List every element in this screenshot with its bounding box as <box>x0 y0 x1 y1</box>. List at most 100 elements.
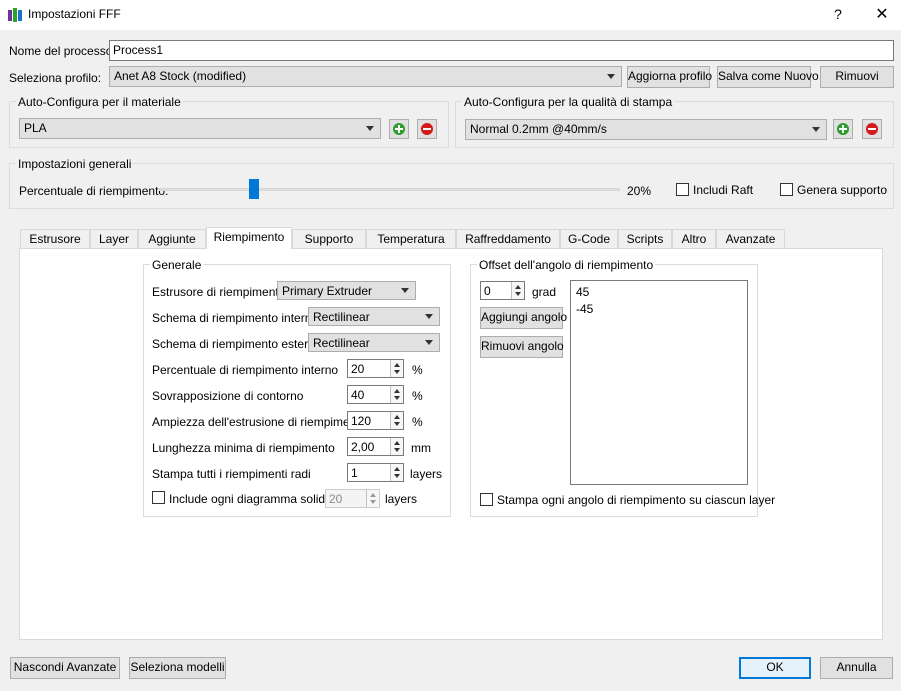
tab-riempimento[interactable]: Riempimento <box>206 227 292 249</box>
process-name-input[interactable]: Process1 <box>109 40 894 61</box>
infill-extruder-select[interactable]: Primary Extruder <box>277 281 416 300</box>
profile-select[interactable]: Anet A8 Stock (modified) <box>109 66 622 87</box>
internal-infill-pct-spinbox[interactable]: 20 <box>347 359 404 378</box>
angle-offset-value: 0 <box>484 284 491 298</box>
add-material-button[interactable] <box>389 119 409 139</box>
angle-list[interactable]: 45 -45 <box>570 280 748 485</box>
tab-avanzate[interactable]: Avanzate <box>716 229 785 249</box>
general-settings-title: Impostazioni generali <box>16 157 134 171</box>
infill-extrusion-width-label: Ampiezza dell'estrusione di riempimento <box>152 415 367 429</box>
external-pattern-value: Rectilinear <box>313 336 370 350</box>
infill-extruder-value: Primary Extruder <box>282 284 373 298</box>
generate-support-label: Genera supporto <box>797 183 888 197</box>
angle-offset-title: Offset dell'angolo di riempimento <box>477 258 656 272</box>
min-infill-length-spinbox[interactable]: 2,00 <box>347 437 404 456</box>
auto-quality-title: Auto-Configura per la qualità di stampa <box>462 95 675 109</box>
chevron-down-icon <box>425 313 433 319</box>
add-angle-button[interactable]: Aggiungi angolo <box>480 307 567 329</box>
spin-arrows-icon[interactable] <box>366 490 379 507</box>
remove-quality-button[interactable] <box>862 119 882 139</box>
quality-select-value: Normal 0.2mm @40mm/s <box>470 122 607 136</box>
remove-profile-button[interactable]: Rimuovi <box>820 66 894 88</box>
spin-arrows-icon[interactable] <box>390 360 403 377</box>
internal-pattern-select[interactable]: Rectilinear <box>308 307 440 326</box>
infill-general-title: Generale <box>150 258 204 272</box>
profile-label: Seleziona profilo: <box>9 71 102 85</box>
remove-angle-button[interactable]: Rimuovi angolo <box>480 336 564 358</box>
tab-estrusore[interactable]: Estrusore <box>20 229 90 249</box>
add-quality-button[interactable] <box>833 119 853 139</box>
infill-slider-handle[interactable] <box>249 179 259 199</box>
generate-support-checkbox[interactable] <box>780 183 793 196</box>
close-icon[interactable]: ✕ <box>870 4 894 26</box>
outline-overlap-unit: % <box>412 389 423 403</box>
outline-overlap-value: 40 <box>351 388 365 402</box>
tab-raffreddamento[interactable]: Raffreddamento <box>456 229 560 249</box>
tab-g-code[interactable]: G-Code <box>560 229 618 249</box>
infill-extrusion-width-unit: % <box>412 415 423 429</box>
add-icon <box>393 123 405 135</box>
outline-overlap-spinbox[interactable]: 40 <box>347 385 404 404</box>
sparse-infill-label: Stampa tutti i riempimenti radi <box>152 467 311 481</box>
chevron-down-icon <box>812 126 820 132</box>
spin-arrows-icon[interactable] <box>390 438 403 455</box>
min-infill-length-unit: mm <box>411 441 431 455</box>
material-select-value: PLA <box>24 121 47 135</box>
angle-offset-unit: grad <box>532 285 557 299</box>
tab-aggiunte[interactable]: Aggiunte <box>138 229 206 249</box>
infill-percentage-label: Percentuale di riempimento: <box>19 184 169 198</box>
print-every-angle-label: Stampa ogni angolo di riempimento su cia… <box>497 493 776 507</box>
update-profile-button[interactable]: Aggiorna profilo <box>627 66 712 88</box>
remove-icon <box>421 123 433 135</box>
help-button[interactable]: ? <box>828 4 848 24</box>
spin-arrows-icon[interactable] <box>390 464 403 481</box>
sparse-infill-value: 1 <box>351 466 358 480</box>
process-name-label: Nome del processo: <box>9 44 116 58</box>
internal-infill-pct-unit: % <box>412 363 423 377</box>
quality-select[interactable]: Normal 0.2mm @40mm/s <box>465 119 827 140</box>
ok-button[interactable]: OK <box>739 657 811 679</box>
chevron-down-icon <box>366 125 374 131</box>
spin-arrows-icon[interactable] <box>511 282 524 299</box>
infill-extrusion-width-spinbox[interactable]: 120 <box>347 411 404 430</box>
include-solid-value: 20 <box>329 492 343 506</box>
material-select[interactable]: PLA <box>19 118 381 139</box>
internal-pattern-label: Schema di riempimento interno <box>152 311 319 325</box>
angle-offset-spinbox[interactable]: 0 <box>480 281 525 300</box>
tab-supporto[interactable]: Supporto <box>292 229 366 249</box>
tab-layer[interactable]: Layer <box>90 229 138 249</box>
sparse-infill-unit: layers <box>410 467 443 481</box>
profile-select-value: Anet A8 Stock (modified) <box>114 69 247 83</box>
print-every-angle-checkbox[interactable] <box>480 493 493 506</box>
cancel-button[interactable]: Annulla <box>820 657 893 679</box>
tab-altro[interactable]: Altro <box>672 229 716 249</box>
select-models-button[interactable]: Seleziona modelli <box>129 657 226 679</box>
sparse-infill-spinbox[interactable]: 1 <box>347 463 404 482</box>
angle-list-item[interactable]: 45 <box>576 285 589 299</box>
infill-extruder-label: Estrusore di riempimento <box>152 285 286 299</box>
spin-arrows-icon[interactable] <box>390 412 403 429</box>
external-pattern-select[interactable]: Rectilinear <box>308 333 440 352</box>
external-pattern-label: Schema di riempimento esterno <box>152 337 322 351</box>
internal-infill-pct-value: 20 <box>351 362 365 376</box>
app-logo-icon <box>8 8 22 22</box>
save-as-new-button[interactable]: Salva come Nuovo <box>717 66 819 88</box>
remove-material-button[interactable] <box>417 119 437 139</box>
infill-extrusion-width-value: 120 <box>351 414 372 428</box>
infill-slider-track[interactable] <box>159 188 620 191</box>
tab-temperatura[interactable]: Temperatura <box>366 229 456 249</box>
chevron-down-icon <box>425 339 433 345</box>
auto-material-title: Auto-Configura per il materiale <box>16 95 183 109</box>
spin-arrows-icon[interactable] <box>390 386 403 403</box>
include-raft-label: Includi Raft <box>693 183 754 197</box>
hide-advanced-button[interactable]: Nascondi Avanzate <box>10 657 120 679</box>
title-bar: Impostazioni FFF ? ✕ <box>0 0 901 30</box>
include-solid-label: Include ogni diagramma solido <box>169 492 332 506</box>
tab-scripts[interactable]: Scripts <box>618 229 672 249</box>
include-solid-checkbox[interactable] <box>152 491 165 504</box>
angle-list-item[interactable]: -45 <box>576 302 593 316</box>
include-raft-checkbox[interactable] <box>676 183 689 196</box>
chevron-down-icon <box>401 287 409 293</box>
min-infill-length-label: Lunghezza minima di riempimento <box>152 441 335 455</box>
include-solid-spinbox[interactable]: 20 <box>325 489 380 508</box>
